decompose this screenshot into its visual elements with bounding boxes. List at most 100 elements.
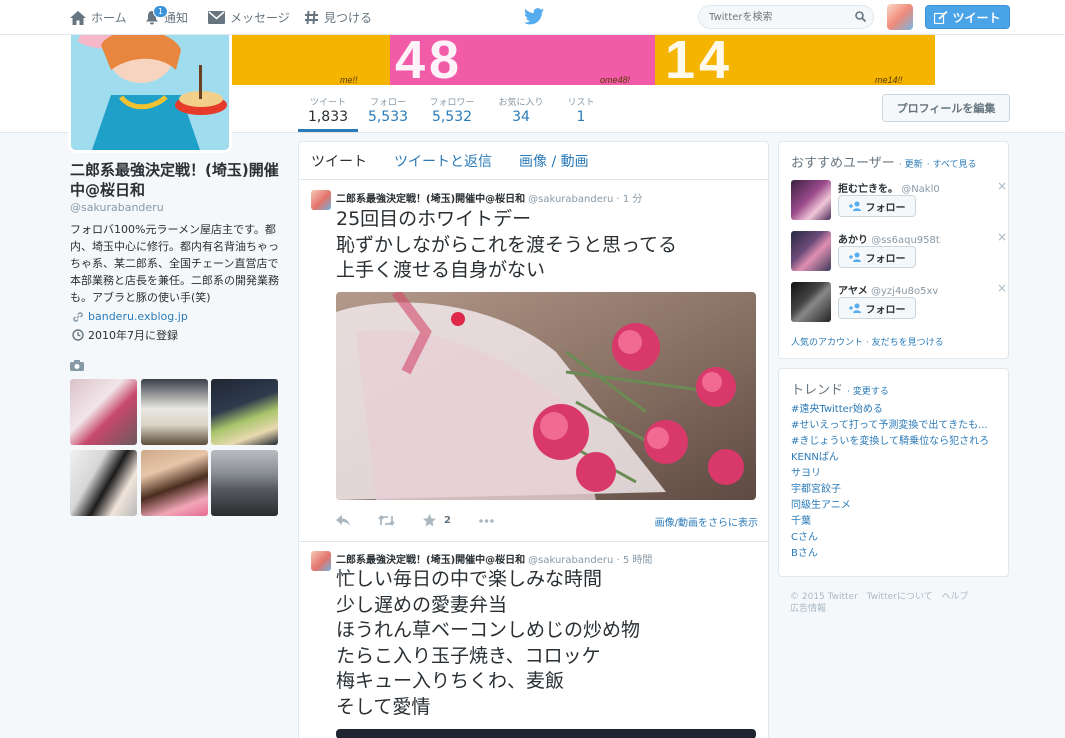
footer-about-link[interactable]: Twitterについて	[867, 592, 933, 602]
media-thumbnail[interactable]	[211, 450, 278, 516]
nav-discover-label: 見つける	[324, 11, 373, 25]
stat-following-label: フォロー	[369, 98, 406, 108]
stat-tweets[interactable]: ツイート 1,833	[298, 95, 358, 132]
suggested-user: アヤメ @yzj4u8o5xv フォロー ×	[791, 281, 1007, 324]
nav-messages[interactable]: メッセージ	[208, 0, 290, 35]
banner-segment	[0, 35, 70, 85]
stat-followers[interactable]: フォロワー 5,532	[427, 95, 477, 125]
compose-tweet-button[interactable]: ツイート	[925, 5, 1010, 29]
camera-icon[interactable]	[70, 360, 84, 371]
follow-button[interactable]: フォロー	[838, 195, 916, 217]
suggested-user: 拒む亡きを。 @Nakl0 フォロー ×	[791, 179, 1007, 222]
trends-change-link[interactable]: · 変更する	[847, 387, 889, 397]
trends-header: トレンド · 変更する	[779, 369, 1008, 398]
trend-item[interactable]: 宇都宮餃子	[779, 482, 1007, 498]
search-input[interactable]	[698, 5, 874, 29]
trends-card: トレンド · 変更する #遠央Twitter始める #せいえって打って予測変換で…	[778, 368, 1009, 577]
tweet-avatar[interactable]	[311, 190, 331, 210]
stat-favorites[interactable]: お気に入り 34	[495, 95, 547, 125]
tab-tweets[interactable]: ツイート	[311, 151, 367, 171]
tweet-author-handle[interactable]: @sakurabanderu	[528, 555, 613, 566]
profile-handle[interactable]: @sakurabanderu	[70, 201, 164, 214]
tweet-photo[interactable]	[336, 292, 756, 500]
trend-item[interactable]: 千葉	[779, 514, 1007, 530]
stat-tweets-label: ツイート	[309, 98, 346, 108]
tweet-line: たらこ入り玉子焼き、コロッケ	[336, 644, 601, 667]
trend-item[interactable]: KENNぱん	[779, 450, 1007, 466]
stat-lists-value: 1	[576, 109, 586, 125]
edit-profile-button[interactable]: プロフィールを編集	[882, 94, 1010, 122]
dismiss-close-icon[interactable]: ×	[997, 179, 1007, 193]
trend-item[interactable]: Cさん	[779, 530, 1007, 546]
dismiss-close-icon[interactable]: ×	[997, 281, 1007, 295]
profile-url[interactable]: banderu.exblog.jp	[72, 310, 188, 323]
favorite-button[interactable]: 2	[423, 514, 451, 527]
tweet-author-name[interactable]: 二郎系最強決定戦！(埼玉)開催中@桜日和	[336, 555, 525, 566]
who-to-follow-refresh[interactable]: · 更新	[899, 160, 923, 170]
suggested-user-name[interactable]: あかり @ss6aqu958t	[838, 231, 940, 246]
suggested-user-avatar[interactable]	[791, 231, 831, 271]
suggested-user-name[interactable]: 拒む亡きを。 @Nakl0	[838, 180, 940, 195]
tab-tweets-and-replies[interactable]: ツイートと返信	[394, 151, 492, 171]
media-thumbnail[interactable]	[141, 379, 208, 445]
profile-url-link[interactable]: banderu.exblog.jp	[88, 310, 188, 323]
tab-media[interactable]: 画像 / 動画	[519, 151, 589, 171]
profile-name[interactable]: 二郎系最強決定戦！(埼玉)開催中@桜日和	[70, 160, 285, 200]
tweet-line: ほうれん草ベーコンしめじの炒め物	[336, 619, 641, 641]
tweet-author-handle[interactable]: @sakurabanderu	[528, 194, 613, 205]
twitter-logo-icon[interactable]	[524, 8, 544, 28]
tweet-photo[interactable]	[336, 729, 756, 738]
stat-following[interactable]: フォロー 5,533	[365, 95, 411, 125]
trend-item[interactable]: #きじょういを変換して騎乗位なら犯されろ	[779, 434, 1007, 450]
profile-avatar[interactable]	[68, 35, 232, 153]
trend-item[interactable]: #遠央Twitter始める	[779, 402, 1007, 418]
reply-button[interactable]	[336, 515, 350, 526]
timeline: ツイート ツイートと返信 画像 / 動画 二郎系最強決定戦！(埼玉)開催中@桜日…	[298, 141, 769, 738]
stat-following-value: 5,533	[367, 109, 409, 125]
tweet-text: 25回目のホワイトデー 恥ずかしながらこれを渡そうと思ってる 上手く渡せる自身が…	[336, 207, 677, 284]
trend-item[interactable]: Bさん	[779, 546, 1007, 562]
stat-followers-label: フォロワー	[429, 98, 475, 108]
tweet-avatar[interactable]	[311, 551, 331, 571]
trend-item[interactable]: サヨリ	[779, 466, 1007, 482]
show-more-media-link[interactable]: 画像/動画をさらに表示	[655, 514, 758, 529]
footer-ads-link[interactable]: 広告情報	[790, 604, 826, 614]
tweet-line: 恥ずかしながらこれを渡そうと思ってる	[336, 233, 678, 256]
account-avatar[interactable]	[887, 4, 913, 30]
who-to-follow-view-all[interactable]: · すべて見る	[927, 160, 977, 170]
suggested-user-name[interactable]: アヤメ @yzj4u8o5xv	[838, 282, 938, 297]
follow-button[interactable]: フォロー	[838, 246, 916, 268]
trend-item[interactable]: 同級生アニメ	[779, 498, 1007, 514]
media-thumbnail[interactable]	[70, 450, 137, 516]
trend-item[interactable]: #せいえって打って予測変換で出てきたも...	[779, 418, 1007, 434]
tweet-line: 上手く渡せる自身がない	[336, 259, 546, 281]
popular-accounts-link[interactable]: 人気のアカウント · 友だちを見つける	[791, 335, 944, 348]
media-thumbnail[interactable]	[141, 450, 208, 516]
nav-discover[interactable]: 見つける	[304, 0, 372, 35]
media-thumbnail[interactable]	[211, 379, 278, 445]
search-icon[interactable]	[855, 11, 866, 22]
tweet-item[interactable]: 二郎系最強決定戦！(埼玉)開催中@桜日和 @sakurabanderu · 5 時…	[299, 542, 768, 738]
media-thumbnail[interactable]	[70, 379, 137, 445]
stat-lists-label: リスト	[567, 98, 595, 108]
suggested-user-avatar[interactable]	[791, 180, 831, 220]
dismiss-close-icon[interactable]: ×	[997, 230, 1007, 244]
tweet-author-name[interactable]: 二郎系最強決定戦！(埼玉)開催中@桜日和	[336, 194, 525, 205]
retweet-button[interactable]	[378, 515, 395, 526]
footer-copyright: © 2015 Twitter	[790, 592, 858, 602]
suggested-user-handle: @yzj4u8o5xv	[871, 286, 939, 297]
nav-home[interactable]: ホーム	[70, 0, 127, 35]
suggested-user-display-name: あかり	[838, 235, 868, 246]
more-button[interactable]	[479, 518, 494, 523]
nav-notifications[interactable]: 1 通知	[145, 0, 188, 35]
tweet-item[interactable]: 二郎系最強決定戦！(埼玉)開催中@桜日和 @sakurabanderu · 1 分…	[299, 181, 768, 541]
suggested-user-avatar[interactable]	[791, 282, 831, 322]
follow-button-label: フォロー	[865, 253, 906, 265]
trends-title: トレンド	[791, 383, 844, 398]
footer-help-link[interactable]: ヘルプ	[941, 592, 968, 602]
tweet-time[interactable]: · 1 分	[617, 194, 643, 205]
follow-button-label: フォロー	[865, 202, 906, 214]
tweet-time[interactable]: · 5 時間	[617, 555, 653, 566]
stat-lists[interactable]: リスト 1	[564, 95, 598, 125]
follow-button[interactable]: フォロー	[838, 297, 916, 319]
